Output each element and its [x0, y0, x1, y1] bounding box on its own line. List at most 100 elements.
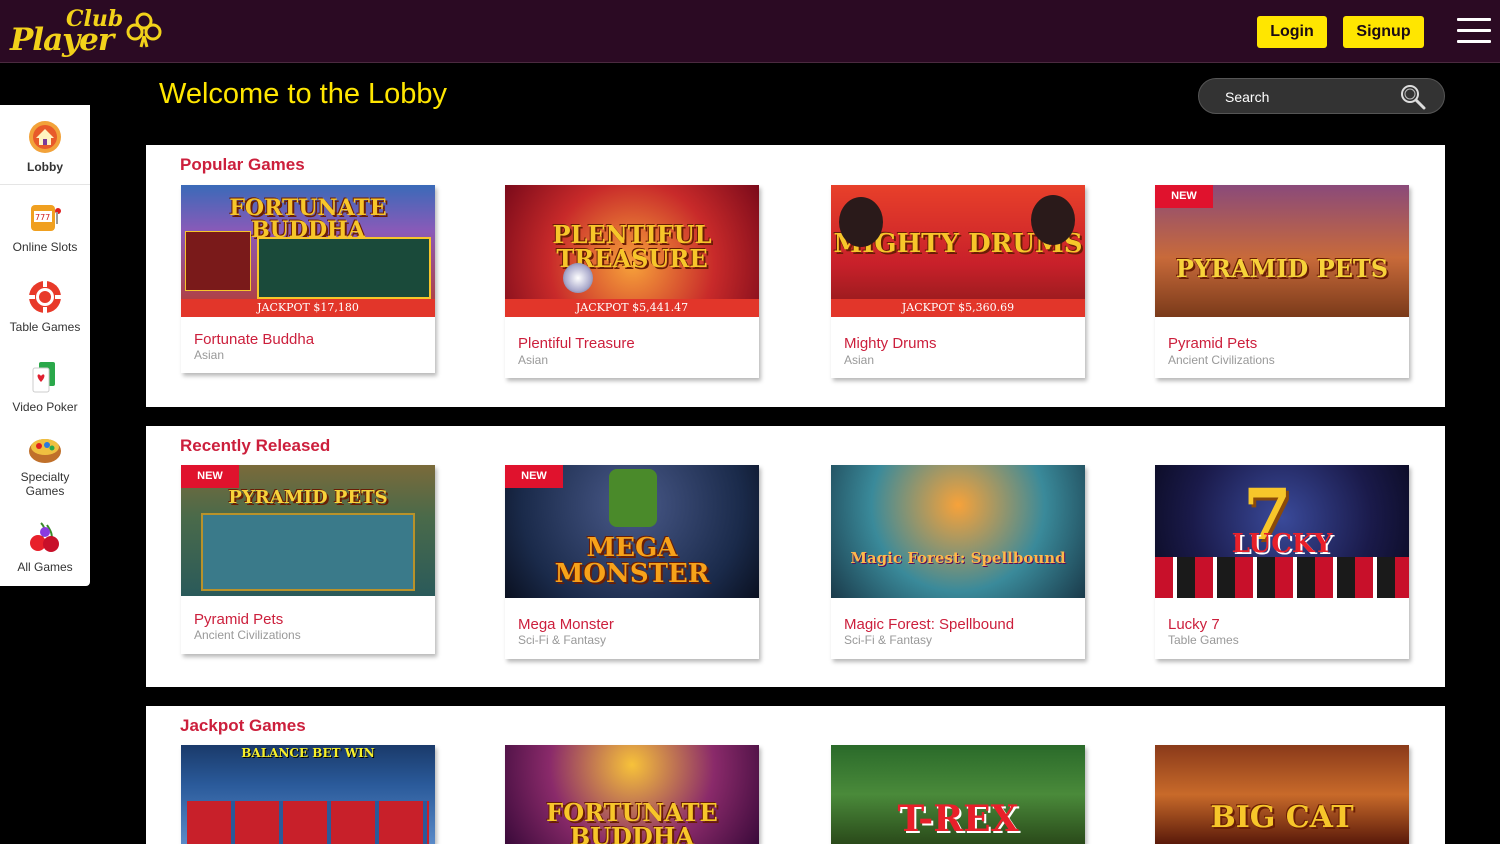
club-player-logo[interactable]: Club Player: [8, 6, 162, 58]
new-badge: NEW: [181, 465, 239, 488]
thumb-title: BALANCE BET WIN: [241, 746, 375, 760]
character-graphic: [1031, 195, 1075, 245]
game-thumbnail: 7 LUCKY: [1155, 465, 1409, 598]
thumb-title: MEGA MONSTER: [554, 533, 710, 589]
page-title: Welcome to the Lobby: [159, 78, 448, 110]
game-card-jackpot-2[interactable]: FORTUNATE BUDDHA: [505, 745, 759, 844]
game-thumbnail: FORTUNATE BUDDHA JACKPOT $17,180: [181, 185, 435, 317]
sidebar-item-table-games[interactable]: Table Games: [0, 265, 90, 345]
game-title: Magic Forest: Spellbound: [844, 616, 1015, 633]
game-card-lucky-7[interactable]: 7 LUCKY Lucky 7 Table Games: [1155, 465, 1409, 659]
thumb-title: BIG CAT: [1210, 800, 1354, 835]
jackpot-meter-panel: [185, 231, 251, 291]
sidebar-item-lobby[interactable]: Lobby: [0, 105, 90, 185]
game-card-jackpot-4[interactable]: BIG CAT: [1155, 745, 1409, 844]
new-badge: NEW: [1155, 185, 1213, 208]
game-card-fortunate-buddha[interactable]: FORTUNATE BUDDHA JACKPOT $17,180 Fortuna…: [181, 185, 435, 373]
monster-graphic: [609, 469, 657, 527]
signup-button[interactable]: Signup: [1343, 16, 1424, 48]
game-title: Mega Monster: [518, 616, 614, 633]
reel-grid: [257, 237, 431, 299]
jackpot-banner: JACKPOT $17,180: [181, 299, 435, 317]
game-title: Mighty Drums: [844, 335, 937, 352]
thumb-title: PLENTIFUL TREASURE: [552, 220, 712, 273]
thumb-title: T-REX: [897, 798, 1019, 840]
game-card-pyramid-pets[interactable]: PYRAMID PETS NEW Pyramid Pets Ancient Ci…: [181, 465, 435, 654]
game-category: Sci-Fi & Fantasy: [518, 633, 607, 647]
search-input[interactable]: [1225, 87, 1395, 107]
game-title: Pyramid Pets: [194, 611, 284, 628]
section-title-jackpot: Jackpot Games: [180, 716, 306, 735]
game-card-mighty-drums[interactable]: MIGHTY DRUMS JACKPOT $5,360.69 Mighty Dr…: [831, 185, 1085, 378]
svg-text:777: 777: [35, 213, 50, 222]
playing-cards-icon: [32, 362, 55, 393]
section-title-popular: Popular Games: [180, 155, 305, 174]
game-card-pyramid-pets[interactable]: PYRAMID PETS NEW Pyramid Pets Ancient Ci…: [1155, 185, 1409, 378]
thumb-title: LUCKY: [1231, 529, 1333, 559]
search-icon[interactable]: [1400, 84, 1426, 110]
new-badge: NEW: [505, 465, 563, 488]
sidebar-label-online-slots: Online Slots: [12, 240, 78, 254]
sidebar-item-online-slots[interactable]: 777 Online Slots: [0, 185, 90, 265]
section-title-recent: Recently Released: [180, 436, 331, 455]
pearl-graphic: [563, 263, 593, 293]
recently-released-section: Recently Released PYRAMID PETS NEW Pyram…: [146, 426, 1445, 687]
cherries-icon: [30, 522, 59, 552]
game-thumbnail: BIG CAT: [1155, 745, 1409, 844]
game-thumbnail: Magic Forest: Spellbound: [831, 465, 1085, 598]
reel-grid: [201, 513, 415, 591]
game-title: Lucky 7: [1168, 616, 1220, 633]
thumb-title: FORTUNATE BUDDHA: [546, 798, 718, 844]
game-thumbnail: FORTUNATE BUDDHA: [505, 745, 759, 844]
sidebar-label-specialty-games: Specialty Games: [20, 470, 70, 498]
hamburger-menu-icon[interactable]: [1457, 18, 1491, 46]
game-card-magic-forest-spellbound[interactable]: Magic Forest: Spellbound Magic Forest: S…: [831, 465, 1085, 659]
character-graphic: [839, 197, 883, 247]
game-title: Plentiful Treasure: [518, 335, 635, 352]
game-thumbnail: PYRAMID PETS NEW: [1155, 185, 1409, 317]
login-button[interactable]: Login: [1257, 16, 1327, 48]
game-thumbnail: PLENTIFUL TREASURE JACKPOT $5,441.47: [505, 185, 759, 317]
game-category: Ancient Civilizations: [1168, 353, 1275, 367]
reel-grid: [187, 801, 429, 844]
sidebar-label-table-games: Table Games: [9, 320, 81, 334]
jackpot-banner: JACKPOT $5,441.47: [505, 299, 759, 317]
sidebar-label-all-games: All Games: [17, 560, 73, 574]
game-category: Asian: [844, 353, 875, 367]
game-card-jackpot-1[interactable]: BALANCE BET WIN: [181, 745, 435, 844]
thumb-title: PYRAMID PETS: [1175, 254, 1389, 283]
sidebar-item-all-games[interactable]: All Games: [0, 505, 90, 585]
game-category: Sci-Fi & Fantasy: [844, 633, 933, 647]
game-category: Ancient Civilizations: [194, 628, 301, 642]
game-category: Table Games: [1168, 633, 1239, 647]
game-thumbnail: BALANCE BET WIN: [181, 745, 435, 844]
poker-chip-icon: [29, 281, 61, 313]
jackpot-banner: JACKPOT $5,360.69: [831, 299, 1085, 317]
sidebar-label-video-poker: Video Poker: [12, 400, 78, 414]
game-thumbnail: PYRAMID PETS NEW: [181, 465, 435, 596]
logo-player-text: Player: [10, 22, 114, 58]
top-header: Club Player Login Signup: [0, 0, 1500, 63]
game-thumbnail: MEGA MONSTER NEW: [505, 465, 759, 598]
game-card-plentiful-treasure[interactable]: PLENTIFUL TREASURE JACKPOT $5,441.47 Ple…: [505, 185, 759, 378]
category-sidebar: Lobby 777 Online Slots Table Games Video…: [0, 105, 90, 586]
thumb-title: PYRAMID PETS: [228, 487, 388, 508]
game-category: Asian: [194, 348, 225, 362]
search-box[interactable]: [1198, 78, 1445, 114]
sidebar-item-specialty-games[interactable]: Specialty Games: [0, 425, 90, 511]
house-icon: [29, 121, 61, 153]
thumb-title: Magic Forest: Spellbound: [850, 549, 1066, 567]
sidebar-label-lobby: Lobby: [27, 160, 63, 174]
game-category: Asian: [518, 353, 549, 367]
jackpot-games-section: Jackpot Games BALANCE BET WIN FORTUNATE …: [146, 706, 1445, 844]
slot-machine-icon: 777: [31, 205, 61, 231]
bingo-drum-icon: [29, 439, 61, 463]
game-card-mega-monster[interactable]: MEGA MONSTER NEW Mega Monster Sci-Fi & F…: [505, 465, 759, 659]
game-thumbnail: T-REX: [831, 745, 1085, 844]
popular-games-section: Popular Games FORTUNATE BUDDHA JACKPOT $…: [146, 145, 1445, 407]
sidebar-item-video-poker[interactable]: Video Poker: [0, 345, 90, 425]
clover-icon: [126, 12, 162, 48]
game-thumbnail: MIGHTY DRUMS JACKPOT $5,360.69: [831, 185, 1085, 317]
game-card-jackpot-3[interactable]: T-REX: [831, 745, 1085, 844]
game-title: Fortunate Buddha: [194, 331, 315, 348]
